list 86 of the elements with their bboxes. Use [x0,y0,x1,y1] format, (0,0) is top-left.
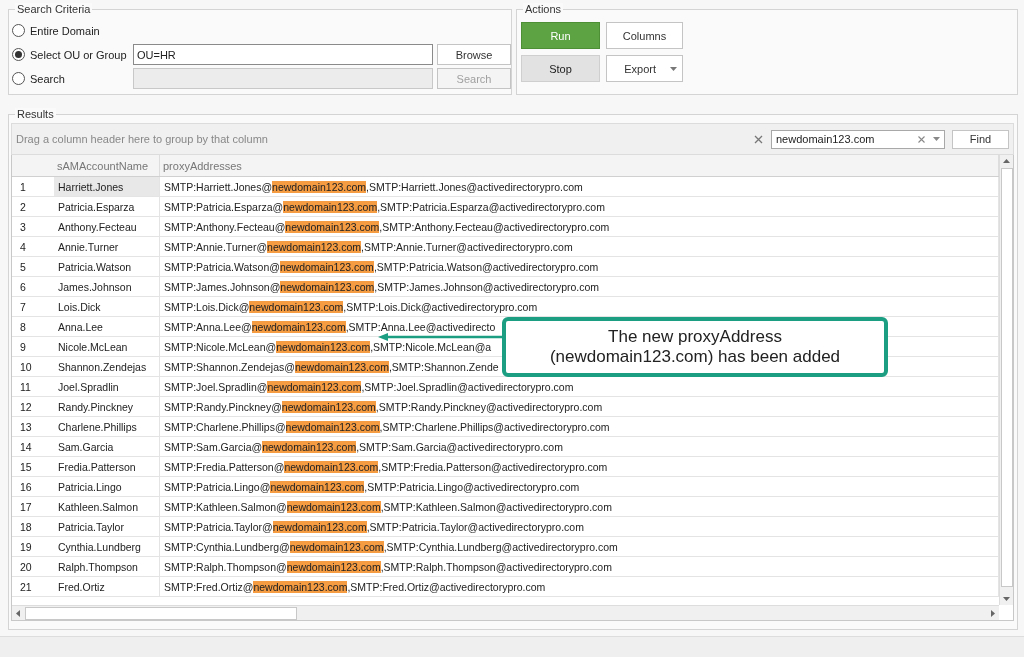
browse-button[interactable]: Browse [437,44,511,65]
column-header[interactable]: sAMAccountName [54,155,160,176]
scroll-up-icon[interactable] [1003,159,1010,163]
scroll-right-icon[interactable] [991,609,995,617]
table-cell: Joel.Spradlin [54,377,160,396]
table-cell: SMTP:Charlene.Phillips@newdomain123.com,SMTP:Charlene.Phillips@activedirectorypro.com [160,417,999,436]
table-cell: Nicole.McLean [54,337,160,356]
find-field[interactable]: newdomain123.com [771,129,945,149]
scroll-down-icon[interactable] [1003,597,1010,601]
table-cell: Lois.Dick [54,297,160,316]
table-cell: Shannon.Zendejas [54,357,160,376]
table-cell: Harriett.Jones [54,177,160,196]
table-cell: Annie.Turner [54,237,160,256]
radio-button[interactable] [12,72,25,85]
caret-icon [670,66,677,71]
table-cell: SMTP:Sam.Garcia@newdomain123.com,SMTP:Sam.Garcia@activedirectorypro.com [160,437,999,456]
row-number: 13 [19,419,33,435]
row-number: 11 [19,379,32,395]
row-number: 4 [19,239,27,255]
table-cell: Fredia.Patterson [54,457,160,476]
group-title: Actions [523,3,564,15]
row-number: 18 [19,519,33,535]
table-cell: SMTP:Patricia.Esparza@newdomain123.com,SMTP:Patricia.Esparza@activedirectorypro.com [160,197,999,216]
row-number: 7 [19,299,27,315]
row-number: 12 [19,399,33,415]
row-number: 17 [19,499,33,515]
text-field[interactable]: OU=HR [133,44,433,65]
table-cell: Anthony.Fecteau [54,217,160,236]
action-button[interactable]: Stop [521,55,600,82]
row-number: 14 [19,439,33,455]
table-cell: Patricia.Taylor [54,517,160,536]
table-cell: SMTP:James.Johnson@newdomain123.com,SMTP:James.Johnson@activedirectorypro.com [160,277,999,296]
caret-icon[interactable] [933,137,940,141]
row-number: 3 [19,219,27,235]
table-cell: SMTP:Patricia.Taylor@newdomain123.com,SMTP:Patricia.Taylor@activedirectorypro.com [160,517,999,536]
table-cell: SMTP:Patricia.Watson@newdomain123.com,SMTP:Patricia.Watson@activedirectorypro.com [160,257,999,276]
vertical-scrollbar[interactable] [999,155,1013,605]
table-cell: Patricia.Esparza [54,197,160,216]
table-cell: James.Johnson [54,277,160,296]
row-number: 19 [19,539,33,555]
row-number: 2 [19,199,27,215]
radio-button[interactable] [12,24,25,37]
row-number: 10 [19,359,33,375]
row-number: 8 [19,319,27,335]
row-number: 15 [19,459,33,475]
action-button[interactable]: Export [606,55,683,82]
table-cell: SMTP:Randy.Pinckney@newdomain123.com,SMTP:Randy.Pinckney@activedirectorypro.com [160,397,999,416]
row-number: 20 [19,559,33,575]
radio-option[interactable]: Search [12,68,129,89]
row-number: 6 [19,279,27,295]
horizontal-scrollbar[interactable] [12,605,999,620]
table-cell: Charlene.Phillips [54,417,160,436]
table-cell: SMTP:Ralph.Thompson@newdomain123.com,SMTP:Ralph.Thompson@activedirectorypro.com [160,557,999,576]
table-cell: SMTP:Patricia.Lingo@newdomain123.com,SMTP:Patricia.Lingo@activedirectorypro.com [160,477,999,496]
radio-option[interactable]: Entire Domain [12,20,129,41]
group-hint: Drag a column header here to group by that column [16,133,269,145]
table-cell: Sam.Garcia [54,437,160,456]
row-number: 1 [19,179,27,195]
callout: The new proxyAddress (newdomain123.com) has been added [502,317,888,377]
action-button[interactable]: Columns [606,22,683,49]
table-cell: Ralph.Thompson [54,557,160,576]
table-cell: Kathleen.Salmon [54,497,160,516]
table-cell: Randy.Pinckney [54,397,160,416]
table-cell: SMTP:Fred.Ortiz@newdomain123.com,SMTP:Fred.Ortiz@activedirectorypro.com [160,577,999,596]
find-button[interactable]: Find [952,129,1009,149]
row-number: 16 [19,479,33,495]
table-cell: SMTP:Anthony.Fecteau@newdomain123.com,SMTP:Anthony.Fecteau@activedirectorypro.com [160,217,999,236]
table-cell: SMTP:Cynthia.Lundberg@newdomain123.com,SMTP:Cynthia.Lundberg@activedirectorypro.com [160,537,999,556]
table-cell: SMTP:Kathleen.Salmon@newdomain123.com,SMTP:Kathleen.Salmon@activedirectorypro.com [160,497,999,516]
group-title: Search Criteria [15,3,93,15]
group-title: Results [15,108,56,120]
radio-button[interactable] [12,48,25,61]
table-cell: SMTP:Fredia.Patterson@newdomain123.com,SMTP:Fredia.Patterson@activedirectorypro.com [160,457,999,476]
table-cell: Anna.Lee [54,317,160,336]
table-cell: Patricia.Lingo [54,477,160,496]
row-number: 5 [19,259,27,275]
radio-option[interactable]: Select OU or Group [12,44,129,65]
scroll-left-icon[interactable] [16,609,20,617]
close-icon[interactable] [754,134,763,144]
table-cell: SMTP:Lois.Dick@newdomain123.com,SMTP:Lois.Dick@activedirectorypro.com [160,297,999,316]
table-cell: Fred.Ortiz [54,577,160,596]
row-number: 9 [19,339,27,355]
close-icon[interactable] [918,135,925,143]
table-cell: Patricia.Watson [54,257,160,276]
row-number: 21 [19,579,33,595]
table-cell: Cynthia.Lundberg [54,537,160,556]
